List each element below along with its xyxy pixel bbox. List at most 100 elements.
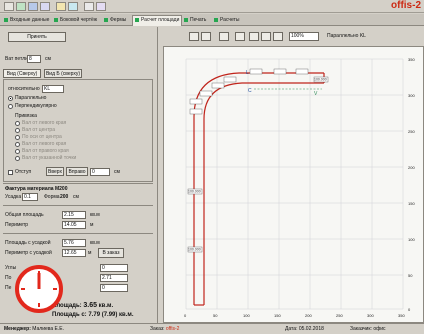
x-tick: 50 bbox=[213, 313, 218, 318]
side-label-2: 100.000 bbox=[188, 248, 201, 252]
manager-info: Менеджер: Малиева Е.Е. bbox=[4, 326, 65, 332]
width-field[interactable]: 8 bbox=[27, 55, 41, 63]
snap-radio-5[interactable] bbox=[15, 149, 20, 154]
fill-area-field[interactable]: 5.76 bbox=[62, 239, 86, 247]
help-icon[interactable] bbox=[96, 2, 106, 11]
tool-icon-4[interactable] bbox=[249, 32, 259, 41]
side-label-3: 100.000 bbox=[314, 78, 327, 82]
undo-icon[interactable] bbox=[84, 2, 94, 11]
area-unit: кв.м bbox=[90, 212, 100, 218]
snap-radio-2[interactable] bbox=[15, 128, 20, 133]
subtab-top-b[interactable]: Вид Б (сверху) bbox=[44, 69, 82, 78]
fill-per-label: Периметр с усадкой bbox=[5, 250, 52, 256]
mode-label: Параллельно KL bbox=[327, 33, 366, 39]
step-field[interactable]: 0.1 bbox=[22, 193, 38, 201]
indent-checkbox[interactable] bbox=[8, 170, 13, 175]
tab-area[interactable]: Расчет площади bbox=[132, 15, 183, 26]
snap-label-5: Вал от правого края bbox=[22, 148, 69, 154]
x-tick: 200 bbox=[305, 313, 312, 318]
apply-button[interactable]: Принять bbox=[8, 32, 66, 42]
fill-per-field[interactable]: 12.65 bbox=[62, 249, 86, 257]
grid-icon[interactable] bbox=[219, 32, 229, 41]
snap-label-6: Вал от указанной точки bbox=[22, 155, 77, 161]
area-label: Общая площадь bbox=[5, 212, 44, 218]
to-order-button[interactable]: В заказ bbox=[98, 248, 124, 258]
side-label-1: 100.000 bbox=[188, 190, 201, 194]
x-tick: 0 bbox=[184, 313, 187, 318]
menu-icon[interactable] bbox=[4, 2, 14, 11]
fill-per-unit: м bbox=[88, 250, 92, 256]
fill-area-label: Площадь с усадкой bbox=[5, 240, 51, 246]
tool-icon-3[interactable] bbox=[235, 32, 245, 41]
y-tick: 250 bbox=[408, 129, 415, 134]
row3-label: Пе bbox=[5, 285, 12, 291]
tab-calc[interactable]: Расчеты bbox=[212, 16, 242, 25]
point-label-V: V bbox=[314, 91, 318, 97]
summary2-label: Площадь с: 7.79 (7.99) кв.м. bbox=[52, 312, 134, 318]
green-dot-icon bbox=[184, 17, 188, 22]
material-label: Фактура материала М200 bbox=[5, 186, 68, 192]
y-tick: 50 bbox=[408, 273, 413, 278]
tool-icon-2[interactable] bbox=[201, 32, 211, 41]
calculator-icon[interactable] bbox=[68, 2, 78, 11]
relative-select[interactable]: KL bbox=[42, 85, 64, 93]
new-icon[interactable] bbox=[16, 2, 26, 11]
indent-up-button[interactable]: Вверх bbox=[46, 167, 64, 176]
snap-label-2: Вал от центра bbox=[22, 127, 55, 133]
green-dot-icon bbox=[135, 17, 139, 22]
tab-trusses[interactable]: Фермы bbox=[102, 16, 128, 25]
fill-area-unit: кв.м bbox=[90, 240, 100, 246]
date-info: Дата: 05.02.2018 bbox=[285, 326, 324, 332]
perimeter-field[interactable]: 14.05 bbox=[62, 221, 86, 229]
shape-label: Форма bbox=[44, 194, 60, 200]
y-tick: 350 bbox=[408, 57, 415, 62]
y-tick: 0 bbox=[408, 307, 411, 312]
green-dot-icon bbox=[4, 17, 8, 22]
y-tick: 200 bbox=[408, 165, 415, 170]
drawing-canvas: 100.000 100.000 100.000 L C V 350 300 25… bbox=[163, 46, 424, 323]
snap-radio-3[interactable] bbox=[15, 135, 20, 140]
main-toolbar: offis-2 bbox=[0, 0, 424, 13]
tool-icon-1[interactable] bbox=[189, 32, 199, 41]
separator bbox=[3, 183, 153, 184]
canvas-toolbar: 100% Параллельно KL bbox=[159, 27, 424, 45]
tool-icon-5[interactable] bbox=[261, 32, 271, 41]
green-dot-icon bbox=[214, 17, 218, 22]
tab-input[interactable]: Входные данные bbox=[2, 16, 51, 25]
zoom-select[interactable]: 100% bbox=[289, 32, 319, 41]
point-label-L: L bbox=[246, 70, 249, 76]
subtab-top[interactable]: Вид (Сверху) bbox=[3, 69, 41, 78]
row3-field[interactable]: 0 bbox=[100, 284, 128, 292]
tab-print[interactable]: Печать bbox=[182, 16, 208, 25]
open-icon[interactable] bbox=[28, 2, 38, 11]
snap-radio-4[interactable] bbox=[15, 142, 20, 147]
point-label-C: C bbox=[248, 88, 252, 94]
separator bbox=[3, 233, 153, 234]
corners-field[interactable]: 0 bbox=[100, 264, 128, 272]
tool-icon-6[interactable] bbox=[273, 32, 283, 41]
parallel-radio[interactable] bbox=[8, 96, 13, 101]
y-tick: 300 bbox=[408, 93, 415, 98]
snap-radio-1[interactable] bbox=[15, 121, 20, 126]
snap-radio-6[interactable] bbox=[15, 156, 20, 161]
x-tick: 250 bbox=[336, 313, 343, 318]
row2-field[interactable]: 2.71 bbox=[100, 274, 128, 282]
perimeter-label: Периметр bbox=[5, 222, 29, 228]
indent-right-button[interactable]: Вправо bbox=[66, 167, 88, 176]
perpendicular-radio[interactable] bbox=[8, 104, 13, 109]
main-tabs: Входные данные Боковой чертёж Фермы Расч… bbox=[0, 14, 424, 26]
status-bar: Менеджер: Малиева Е.Е. Заказ: offis-2 Да… bbox=[0, 323, 424, 334]
grid bbox=[185, 58, 404, 310]
drawing-svg: 100.000 100.000 100.000 L C V 350 300 25… bbox=[184, 57, 415, 318]
tab-side[interactable]: Боковой чертёж bbox=[52, 16, 99, 25]
snap-label-4: Вал от левого края bbox=[22, 141, 67, 147]
x-tick: 100 bbox=[243, 313, 250, 318]
save-icon[interactable] bbox=[40, 2, 50, 11]
shape-unit: см bbox=[73, 194, 79, 200]
y-tick: 150 bbox=[408, 201, 415, 206]
indent-field[interactable]: 0 bbox=[90, 168, 110, 176]
shape-value: 200 bbox=[60, 194, 69, 200]
print-icon[interactable] bbox=[56, 2, 66, 11]
area-field[interactable]: 2.15 bbox=[62, 211, 86, 219]
dimension-boxes bbox=[187, 68, 329, 253]
